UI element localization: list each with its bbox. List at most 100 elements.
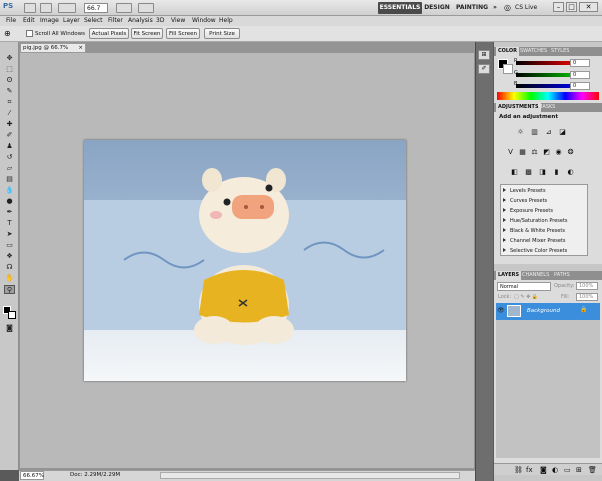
menu-file[interactable]: File <box>6 16 16 26</box>
gradient-map-icon[interactable]: ▮ <box>552 168 561 177</box>
new-group-icon[interactable]: ▭ <box>564 466 571 474</box>
photo-filter-icon[interactable]: ◉ <box>554 148 563 157</box>
hand-tool-icon[interactable]: ✋ <box>4 274 15 283</box>
menu-filter[interactable]: Filter <box>108 16 123 26</box>
blur-tool-icon[interactable]: 💧 <box>4 186 15 195</box>
bridge-icon[interactable] <box>24 3 36 13</box>
preset-item[interactable]: Levels Presets <box>503 187 587 195</box>
color-background-swatch[interactable] <box>503 64 513 74</box>
document-tab[interactable]: pig.jpg @ 66.7% (RGB/8)× <box>20 43 86 59</box>
preset-item[interactable]: Selective Color Presets <box>503 247 587 255</box>
3d-orbit-tool-icon[interactable]: ☊ <box>4 263 15 272</box>
print-size-button[interactable]: Print Size <box>204 28 240 39</box>
zoom-level-field[interactable]: 66.7 <box>84 3 108 13</box>
maximize-icon[interactable]: □ <box>566 2 577 12</box>
background-color-swatch[interactable] <box>8 311 16 319</box>
document-size-info[interactable]: Doc: 2.29M/2.29M <box>70 471 150 480</box>
curves-icon[interactable]: ⊿ <box>544 128 553 137</box>
visibility-eye-icon[interactable]: 👁 <box>497 307 505 314</box>
tab-layers[interactable]: LAYERS <box>496 271 522 280</box>
brush-presets-icon[interactable]: ✐ <box>478 64 490 74</box>
preset-item[interactable]: Channel Mixer Presets <box>503 237 587 245</box>
menu-edit[interactable]: Edit <box>23 16 35 26</box>
status-zoom-field[interactable]: 66.67% <box>20 471 44 480</box>
tab-color[interactable]: COLOR <box>496 47 520 56</box>
gradient-tool-icon[interactable]: ▤ <box>4 175 15 184</box>
delete-layer-icon[interactable]: 🗑 <box>588 466 597 474</box>
cs-live-button[interactable]: CS Live <box>515 3 549 13</box>
fill-screen-button[interactable]: Fill Screen <box>166 28 200 39</box>
menu-select[interactable]: Select <box>84 16 103 26</box>
threshold-icon[interactable]: ◨ <box>538 168 547 177</box>
color-balance-icon[interactable]: ⚖ <box>530 148 539 157</box>
layer-name[interactable]: Background <box>527 307 560 316</box>
blend-mode-select[interactable]: Normal <box>497 282 551 291</box>
levels-icon[interactable]: ▥ <box>530 128 539 137</box>
tab-channels[interactable]: CHANNELS <box>520 271 551 280</box>
menu-layer[interactable]: Layer <box>63 16 80 26</box>
menu-view[interactable]: View <box>171 16 185 26</box>
layer-style-icon[interactable]: fx <box>526 466 533 474</box>
preset-item[interactable]: Hue/Saturation Presets <box>503 217 587 225</box>
healing-brush-tool-icon[interactable]: ✚ <box>4 120 15 129</box>
fit-screen-button[interactable]: Fit Screen <box>131 28 163 39</box>
marquee-tool-icon[interactable]: ⬚ <box>4 65 15 74</box>
fill-field[interactable]: 100% <box>576 293 598 301</box>
exposure-icon[interactable]: ◪ <box>558 128 567 137</box>
quick-mask-icon[interactable]: ◙ <box>4 324 15 333</box>
preset-item[interactable]: Black & White Presets <box>503 227 587 235</box>
link-layers-icon[interactable]: ⛓ <box>514 466 523 474</box>
color-spectrum-bar[interactable] <box>497 92 599 100</box>
arrange-documents-icon[interactable] <box>116 3 132 13</box>
pen-tool-icon[interactable]: ✒ <box>4 208 15 217</box>
tab-paths[interactable]: PATHS <box>552 271 572 280</box>
more-workspaces-button[interactable]: » <box>490 2 500 14</box>
close-icon[interactable]: ✕ <box>579 2 598 12</box>
hue-saturation-icon[interactable]: ▦ <box>518 148 527 157</box>
black-white-icon[interactable]: ◩ <box>542 148 551 157</box>
quick-selection-tool-icon[interactable]: ✎ <box>4 87 15 96</box>
lock-icons[interactable]: ▢ ✎ ✥ 🔒 <box>514 294 554 300</box>
channel-mixer-icon[interactable]: ❂ <box>566 148 575 157</box>
add-mask-icon[interactable]: ◙ <box>540 466 547 474</box>
dodge-tool-icon[interactable]: ● <box>4 197 15 206</box>
search-icon[interactable]: ◎ <box>504 3 514 13</box>
workspace-design-button[interactable]: DESIGN <box>424 2 450 14</box>
preset-item[interactable]: Curves Presets <box>503 197 587 205</box>
screen-mode-icon[interactable] <box>138 3 154 13</box>
minimize-icon[interactable]: – <box>553 2 564 12</box>
menu-analysis[interactable]: Analysis <box>128 16 153 26</box>
vibrance-icon[interactable]: V <box>506 148 515 157</box>
view-extras-icon[interactable] <box>58 3 76 13</box>
menu-window[interactable]: Window <box>192 16 216 26</box>
history-panel-icon[interactable]: ⊞ <box>478 50 490 60</box>
selective-color-icon[interactable]: ◐ <box>566 168 575 177</box>
actual-pixels-button[interactable]: Actual Pixels <box>89 28 129 39</box>
eraser-tool-icon[interactable]: ▱ <box>4 164 15 173</box>
menu-3d[interactable]: 3D <box>156 16 164 26</box>
posterize-icon[interactable]: ▩ <box>524 168 533 177</box>
shape-tool-icon[interactable]: ▭ <box>4 241 15 250</box>
brush-tool-icon[interactable]: ✐ <box>4 131 15 140</box>
invert-icon[interactable]: ◧ <box>510 168 519 177</box>
document-image[interactable] <box>84 140 406 381</box>
new-layer-icon[interactable]: ⊞ <box>576 466 582 474</box>
tab-swatches[interactable]: SWATCHES <box>518 47 549 56</box>
workspace-painting-button[interactable]: PAINTING <box>456 2 488 14</box>
close-document-icon[interactable]: × <box>78 44 83 52</box>
blue-value-field[interactable]: 0 <box>570 82 590 90</box>
red-value-field[interactable]: 0 <box>570 59 590 67</box>
clone-stamp-tool-icon[interactable]: ♟ <box>4 142 15 151</box>
zoom-tool-preset-icon[interactable]: ⊕ <box>4 28 20 39</box>
workspace-essentials-button[interactable]: ESSENTIALS <box>378 2 422 14</box>
type-tool-icon[interactable]: T <box>4 219 15 228</box>
eyedropper-tool-icon[interactable]: ⁄ <box>4 109 15 118</box>
opacity-field[interactable]: 100% <box>576 282 598 290</box>
3d-rotate-tool-icon[interactable]: ❖ <box>4 252 15 261</box>
path-selection-tool-icon[interactable]: ➤ <box>4 230 15 239</box>
crop-tool-icon[interactable]: ⌗ <box>4 98 15 107</box>
lasso-tool-icon[interactable]: ʘ <box>4 76 15 85</box>
tab-styles[interactable]: STYLES <box>549 47 571 56</box>
zoom-tool-icon[interactable]: ⚲ <box>4 285 15 294</box>
scroll-all-windows-checkbox[interactable] <box>26 30 33 37</box>
